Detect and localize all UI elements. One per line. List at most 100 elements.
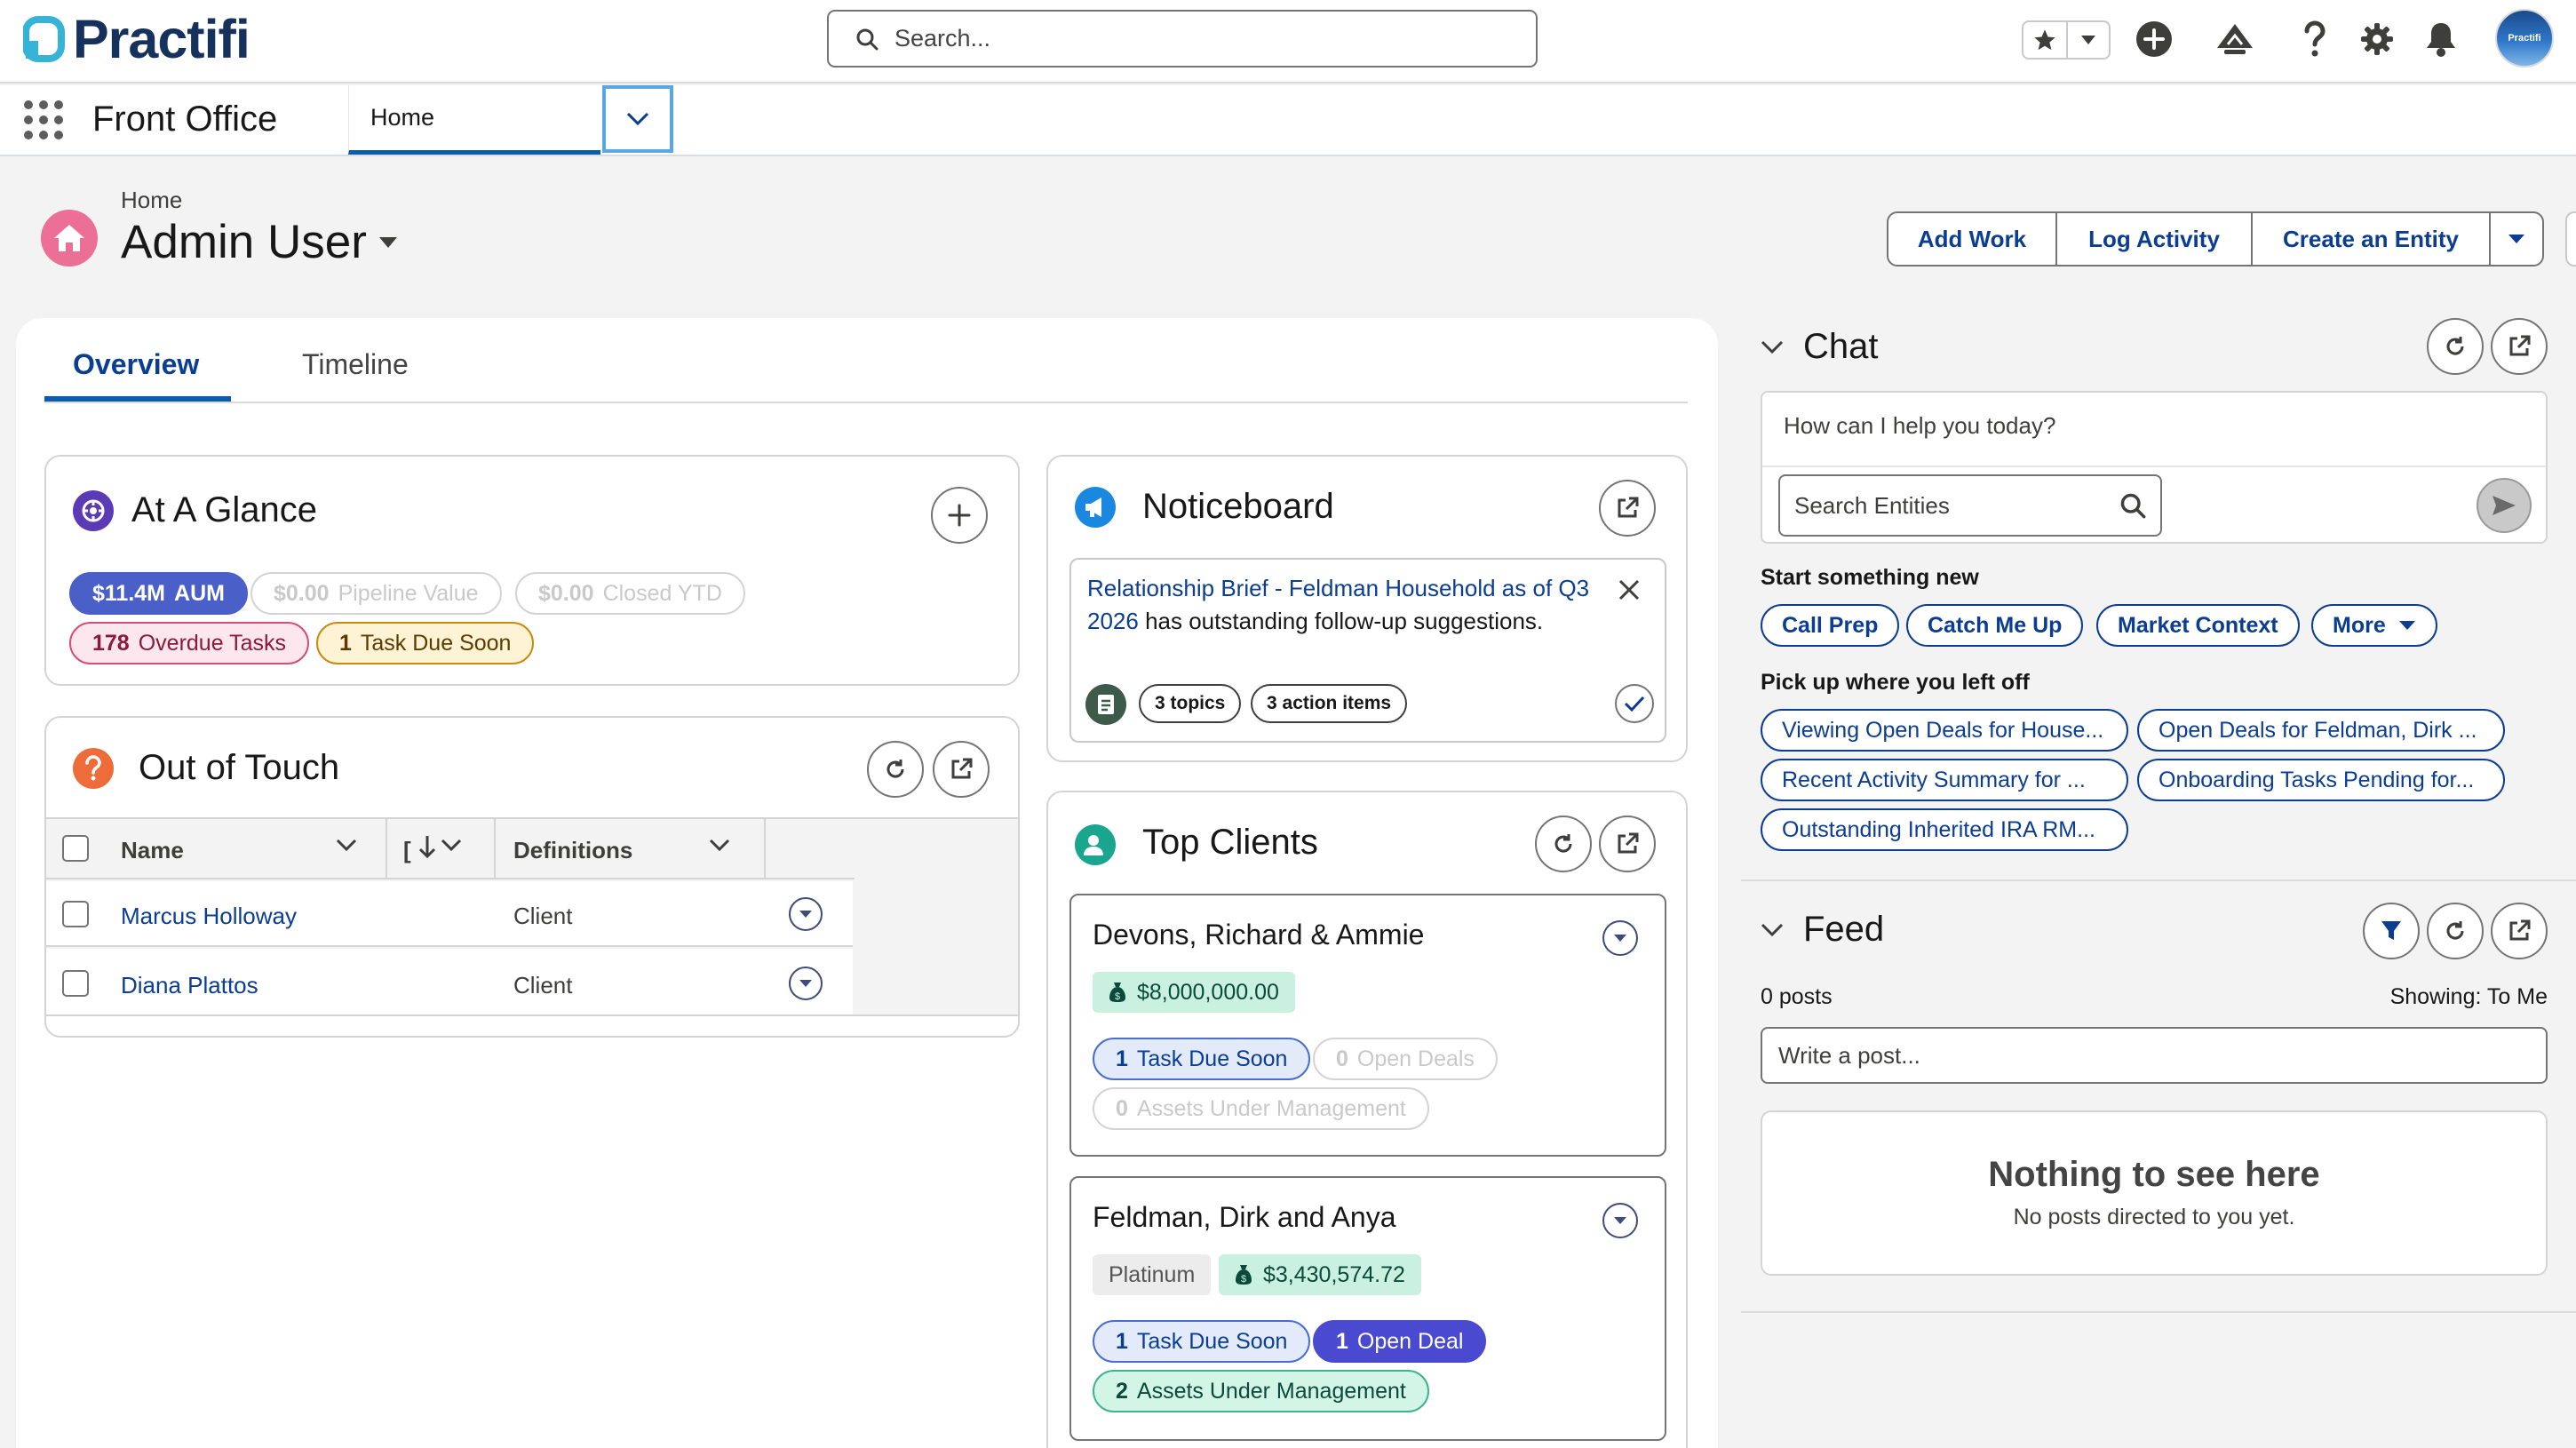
topics-chip[interactable]: 3 topics bbox=[1139, 684, 1242, 723]
feed-refresh-button[interactable] bbox=[2427, 903, 2484, 959]
write-post-input[interactable]: Write a post... bbox=[1761, 1027, 2548, 1084]
feed-open-external-button[interactable] bbox=[2491, 903, 2548, 959]
overdue-tasks-label: Overdue Tasks bbox=[138, 630, 287, 656]
nav-tab-home[interactable]: Home bbox=[348, 85, 600, 155]
task-due-soon-badge[interactable]: 1 Task Due Soon bbox=[316, 622, 535, 664]
client-task-value: 1 bbox=[1116, 1046, 1128, 1071]
tab-timeline[interactable]: Timeline bbox=[302, 345, 409, 384]
client-task-pill[interactable]: 1 Task Due Soon bbox=[1093, 1038, 1311, 1080]
send-button[interactable] bbox=[2477, 478, 2532, 533]
recent-chat-chip[interactable]: Open Deals for Feldman, Dirk ... bbox=[2137, 709, 2505, 752]
sort-desc-icon[interactable] bbox=[417, 833, 437, 860]
contact-name-link[interactable]: Marcus Holloway bbox=[121, 903, 297, 930]
open-external-button[interactable] bbox=[933, 741, 990, 798]
setup-button[interactable] bbox=[2357, 20, 2397, 59]
row-actions-button[interactable] bbox=[789, 897, 823, 931]
column-header-name[interactable]: Name bbox=[121, 837, 184, 864]
client-icon bbox=[1075, 824, 1116, 865]
client-name[interactable]: Devons, Richard & Ammie bbox=[1093, 919, 1424, 951]
app-launcher-button[interactable] bbox=[23, 99, 64, 140]
client-deals-label: Open Deals bbox=[1356, 1046, 1475, 1071]
row-checkbox[interactable] bbox=[62, 970, 89, 997]
select-all-checkbox[interactable] bbox=[62, 835, 89, 862]
trailhead-button[interactable] bbox=[2215, 20, 2254, 59]
client-actions-button[interactable] bbox=[1602, 1203, 1638, 1238]
recent-chat-chip[interactable]: Outstanding Inherited IRA RM... bbox=[1761, 808, 2128, 851]
chevron-down-icon bbox=[441, 839, 462, 851]
caret-down-icon bbox=[1614, 935, 1626, 942]
noticeboard-panel: Noticeboard Relationship Brief - Feldman… bbox=[1046, 455, 1688, 762]
client-deals-pill[interactable]: 1 Open Deal bbox=[1313, 1320, 1487, 1363]
chevron-down-icon bbox=[1761, 923, 1784, 936]
global-search-input[interactable]: Search... bbox=[827, 10, 1538, 68]
caret-down-icon bbox=[799, 980, 812, 987]
logo-text: Practifi bbox=[73, 8, 250, 69]
acknowledge-button[interactable] bbox=[1615, 684, 1654, 723]
help-button[interactable] bbox=[2295, 20, 2334, 59]
row-actions-button[interactable] bbox=[789, 967, 823, 1000]
column-header-last-contact[interactable]: [ bbox=[403, 837, 411, 864]
client-aum-value: 2 bbox=[1116, 1378, 1128, 1404]
row-checkbox[interactable] bbox=[62, 901, 89, 927]
notifications-button[interactable] bbox=[2421, 20, 2461, 59]
recent-chat-chip[interactable]: Onboarding Tasks Pending for... bbox=[2137, 759, 2505, 801]
write-post-placeholder: Write a post... bbox=[1778, 1041, 1920, 1069]
active-tab-indicator bbox=[44, 396, 231, 402]
refresh-button[interactable] bbox=[1535, 815, 1592, 872]
chat-section-header[interactable]: Chat bbox=[1761, 327, 1879, 367]
add-work-button[interactable]: Add Work bbox=[1888, 213, 2055, 265]
market-context-chip[interactable]: Market Context bbox=[2096, 604, 2300, 647]
catch-me-up-chip[interactable]: Catch Me Up bbox=[1906, 604, 2084, 647]
client-deals-pill[interactable]: 0 Open Deals bbox=[1313, 1038, 1498, 1080]
page-title[interactable]: Admin User bbox=[121, 215, 397, 269]
out-of-touch-title: Out of Touch bbox=[139, 748, 340, 787]
search-entities-input[interactable]: Search Entities bbox=[1778, 474, 2162, 537]
aum-badge[interactable]: $11.4M AUM bbox=[69, 572, 248, 615]
client-task-pill[interactable]: 1 Task Due Soon bbox=[1093, 1320, 1311, 1363]
pipeline-value-badge[interactable]: $0.00 Pipeline Value bbox=[250, 572, 502, 615]
feed-filter-button[interactable] bbox=[2363, 903, 2420, 959]
tab-overview[interactable]: Overview bbox=[73, 345, 199, 384]
overdue-tasks-badge[interactable]: 178 Overdue Tasks bbox=[69, 622, 310, 664]
feed-showing-filter[interactable]: Showing: To Me bbox=[2390, 984, 2548, 1010]
last-contact-column-menu[interactable] bbox=[441, 839, 462, 851]
name-column-menu[interactable] bbox=[336, 839, 357, 851]
definitions-column-menu[interactable] bbox=[709, 839, 730, 851]
top-clients-title: Top Clients bbox=[1142, 823, 1318, 862]
client-aum-value: 0 bbox=[1116, 1095, 1128, 1121]
global-create-button[interactable] bbox=[2135, 20, 2174, 59]
closed-ytd-badge[interactable]: $0.00 Closed YTD bbox=[515, 572, 745, 615]
create-entity-button[interactable]: Create an Entity bbox=[2251, 213, 2489, 265]
contact-definition: Client bbox=[513, 903, 573, 929]
user-avatar[interactable]: Practifi bbox=[2495, 9, 2554, 68]
refresh-button[interactable] bbox=[867, 741, 924, 798]
client-name[interactable]: Feldman, Dirk and Anya bbox=[1093, 1201, 1396, 1234]
log-activity-button[interactable]: Log Activity bbox=[2055, 213, 2251, 265]
open-external-button[interactable] bbox=[1599, 815, 1656, 872]
nav-menu-dropdown-button[interactable] bbox=[602, 85, 673, 153]
add-circle-icon bbox=[2136, 21, 2172, 57]
call-prep-chip[interactable]: Call Prep bbox=[1761, 604, 1900, 647]
client-actions-button[interactable] bbox=[1602, 920, 1638, 956]
contact-name-link[interactable]: Diana Plattos bbox=[121, 972, 258, 999]
favorites-star-button[interactable] bbox=[2023, 22, 2066, 58]
add-glance-button[interactable] bbox=[931, 487, 988, 544]
feed-section-header[interactable]: Feed bbox=[1761, 910, 1884, 950]
client-aum-pill[interactable]: 2 Assets Under Management bbox=[1093, 1370, 1429, 1412]
action-items-chip[interactable]: 3 action items bbox=[1251, 684, 1408, 723]
aum-label: AUM bbox=[174, 580, 225, 606]
recent-chat-chip[interactable]: Recent Activity Summary for ... bbox=[1761, 759, 2128, 801]
favorites-list-button[interactable] bbox=[2066, 22, 2109, 58]
utility-panel-handle[interactable] bbox=[2565, 211, 2576, 267]
practifi-logo[interactable]: Practifi bbox=[23, 11, 250, 68]
recent-chat-chip[interactable]: Viewing Open Deals for House... bbox=[1761, 709, 2128, 752]
chat-open-external-button[interactable] bbox=[2491, 318, 2548, 375]
open-external-button[interactable] bbox=[1599, 480, 1656, 537]
chat-refresh-button[interactable] bbox=[2427, 318, 2484, 375]
column-header-definitions[interactable]: Definitions bbox=[513, 837, 632, 864]
more-actions-button[interactable] bbox=[2489, 213, 2542, 265]
dismiss-notice-button[interactable] bbox=[1617, 577, 1642, 602]
chat-prompt-input[interactable]: How can I help you today? bbox=[1784, 412, 2055, 440]
more-chip[interactable]: More bbox=[2311, 604, 2437, 647]
client-aum-pill[interactable]: 0 Assets Under Management bbox=[1093, 1087, 1429, 1130]
